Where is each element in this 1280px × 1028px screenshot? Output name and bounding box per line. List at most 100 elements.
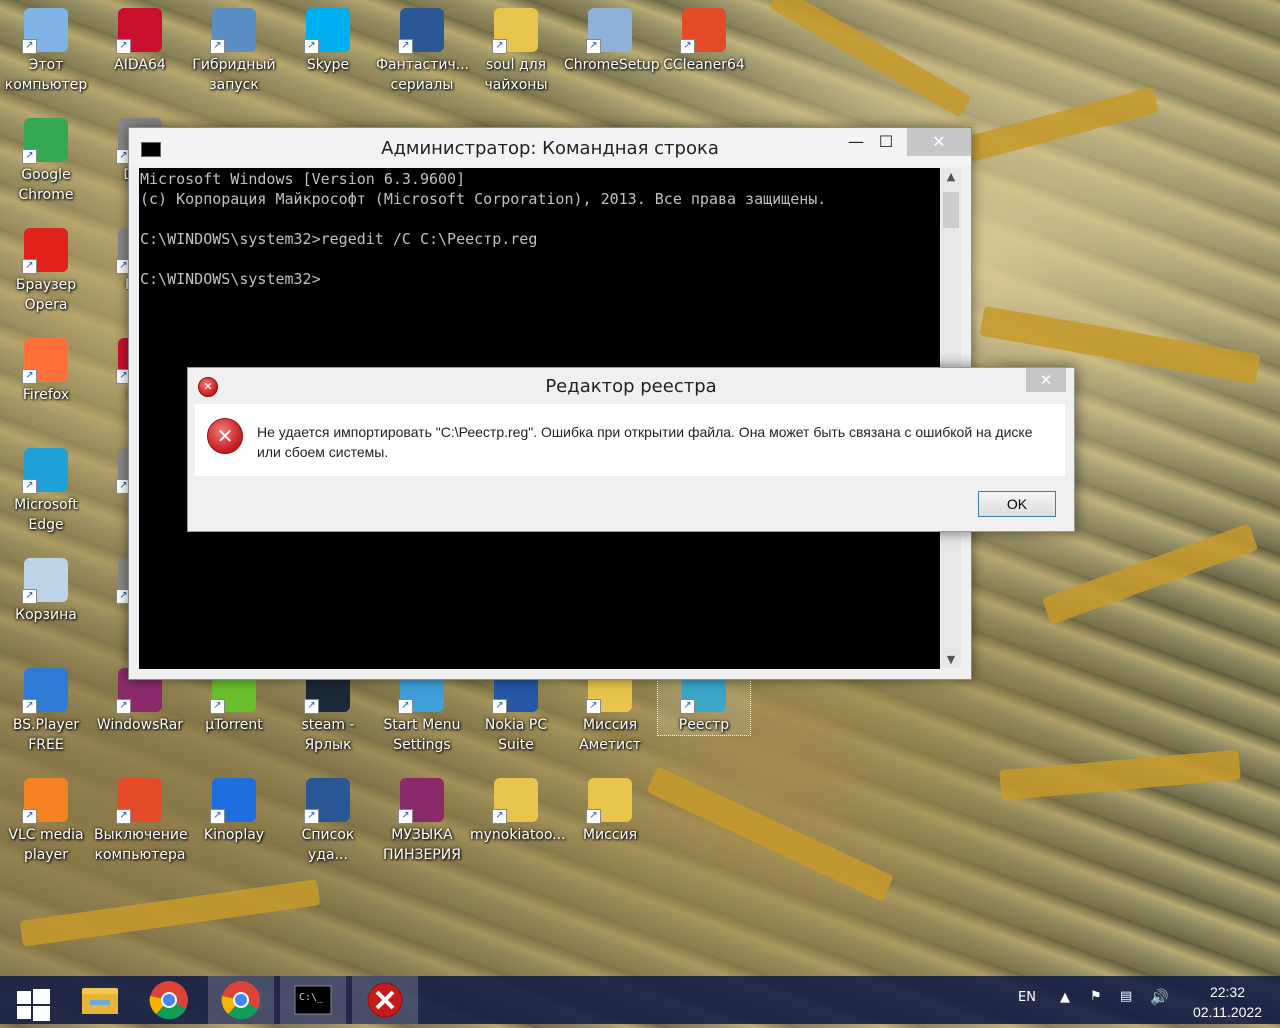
shutdown-icon: ↗ (116, 778, 162, 824)
shortcut-arrow-icon: ↗ (116, 809, 131, 824)
desktop-icon-label: Выключение компьютера (94, 827, 188, 863)
desktop-icon[interactable]: ↗ Kinoplay (188, 778, 280, 845)
shortcut-arrow-icon: ↗ (492, 39, 507, 54)
winrar-icon: ↗ (398, 778, 444, 824)
chevron-up-icon[interactable]: ▲ (1060, 990, 1070, 1005)
close-button[interactable]: ✕ (907, 128, 971, 156)
desktop-icon[interactable]: ↗ CCleaner64 (658, 8, 750, 75)
network-icon[interactable]: ▤ (1120, 989, 1132, 1004)
desktop-icon-label: МУЗЫКА ПИНЗЕРИЯ (383, 827, 461, 863)
error-icon[interactable] (352, 976, 418, 1024)
desktop-icon[interactable]: ↗ Корзина (0, 558, 92, 625)
desktop-icon-label: Start Menu Settings (383, 717, 461, 753)
desktop-icon[interactable]: ↗ AIDA64 (94, 8, 186, 75)
desktop-icon[interactable]: ↗ Фантастич... сериалы (376, 8, 470, 95)
desktop-icon-label: BS.Player FREE (12, 717, 80, 753)
desktop-icon[interactable]: ↗ Google Chrome (0, 118, 92, 205)
dialog-message: Не удается импортировать "C:\Реестр.reg"… (257, 424, 1033, 460)
kinoplay-icon: ↗ (210, 778, 256, 824)
ok-button[interactable]: OK (978, 491, 1056, 517)
shortcut-arrow-icon: ↗ (22, 149, 37, 164)
desktop-icon[interactable]: ↗ ChromeSetup (564, 8, 660, 75)
shortcut-arrow-icon: ↗ (210, 699, 225, 714)
shortcut-arrow-icon: ↗ (586, 39, 601, 54)
desktop-icon[interactable]: ↗ mynokiatoo... (470, 778, 566, 845)
desktop-icon-label: Фантастич... сериалы (376, 57, 470, 93)
desktop-icon[interactable]: ↗ Браузер Opera (0, 228, 92, 315)
desktop-icon-label: steam - Ярлык (301, 717, 355, 753)
shortcut-arrow-icon: ↗ (210, 809, 225, 824)
windows-start-icon[interactable] (0, 976, 66, 1024)
console-line: Microsoft Windows [Version 6.3.9600] (140, 170, 466, 188)
cmd-titlebar[interactable]: Администратор: Командная строка — ☐ ✕ (129, 128, 971, 166)
cmd-icon[interactable]: C:\_ (280, 976, 346, 1024)
volume-icon[interactable]: 🔊 (1150, 988, 1169, 1006)
dialog-close-button[interactable]: ✕ (1026, 368, 1066, 392)
dialog-titlebar[interactable]: ✕ Редактор реестра ✕ (188, 368, 1074, 404)
desktop-icon[interactable]: ↗ Firefox (0, 338, 92, 405)
vlc-icon: ↗ (22, 778, 68, 824)
shortcut-arrow-icon: ↗ (398, 39, 413, 54)
desktop-icon-label: Firefox (22, 387, 70, 403)
desktop-icon[interactable]: ↗ BS.Player FREE (0, 668, 92, 755)
desktop-icon-label: µTorrent (205, 717, 263, 733)
scroll-down-icon[interactable]: ▼ (941, 653, 961, 666)
desktop-icon-label: Корзина (15, 607, 77, 623)
desktop-icon[interactable]: ↗ steam - Ярлык (282, 668, 374, 755)
console-line: C:\WINDOWS\system32> (140, 270, 321, 288)
shortcut-arrow-icon: ↗ (304, 39, 319, 54)
word-doc-icon: ↗ (304, 778, 350, 824)
maximize-button[interactable]: ☐ (869, 128, 903, 156)
desktop-icon-label: AIDA64 (114, 57, 166, 73)
opera-icon: ↗ (22, 228, 68, 274)
word-doc-icon: ↗ (398, 8, 444, 54)
shortcut-arrow-icon: ↗ (116, 39, 131, 54)
shortcut-arrow-icon: ↗ (492, 699, 507, 714)
shortcut-arrow-icon: ↗ (22, 589, 37, 604)
shortcut-arrow-icon: ↗ (22, 369, 37, 384)
language-indicator[interactable]: EN (1018, 990, 1036, 1005)
taskbar: C:\_ EN ▲ ⚑ ▤ 🔊 22:32 02.11.2022 (0, 976, 1280, 1024)
firefox-icon: ↗ (22, 338, 68, 384)
scroll-thumb[interactable] (943, 192, 959, 228)
desktop-icon[interactable]: ↗ Start Menu Settings (376, 668, 468, 755)
clock-time: 22:32 (1209, 984, 1245, 1000)
shortcut-arrow-icon: ↗ (22, 39, 37, 54)
desktop-icon-label: Список уда... (301, 827, 355, 863)
flag-icon[interactable]: ⚑ (1090, 989, 1102, 1004)
desktop-icon[interactable]: ↗ МУЗЫКА ПИНЗЕРИЯ (376, 778, 468, 865)
desktop-icon[interactable]: ↗ Миссия (564, 778, 656, 845)
folder-icon: ↗ (586, 778, 632, 824)
clock[interactable]: 22:32 02.11.2022 (1193, 982, 1262, 1022)
desktop-icon[interactable]: ↗ VLC media player (0, 778, 92, 865)
desktop-icon-label: Kinoplay (203, 827, 265, 843)
shortcut-arrow-icon: ↗ (22, 259, 37, 274)
desktop-icon[interactable]: ↗ soul для чайхоны (470, 8, 562, 95)
file-explorer-icon[interactable] (68, 976, 134, 1024)
chrome-setup-icon: ↗ (586, 8, 632, 54)
console-line: (c) Корпорация Майкрософт (Microsoft Cor… (140, 190, 827, 208)
chrome-icon[interactable] (208, 976, 274, 1024)
desktop-icon[interactable]: ↗ Nokia PC Suite (470, 668, 562, 755)
desktop-icon[interactable]: ↗ Выключение компьютера (94, 778, 188, 865)
desktop-icon-label: mynokiatoo... (470, 827, 566, 843)
desktop-icon-label: Браузер Opera (15, 277, 77, 313)
svg-text:C:\_: C:\_ (299, 992, 324, 1003)
scroll-up-icon[interactable]: ▲ (941, 170, 961, 183)
desktop-icon[interactable]: ↗ Список уда... (282, 778, 374, 865)
desktop-icon[interactable]: ↗ Microsoft Edge (0, 448, 92, 535)
desktop-icon[interactable]: ↗ Skype (282, 8, 374, 75)
shortcut-arrow-icon: ↗ (116, 699, 131, 714)
desktop-icon[interactable]: ↗ Этот компьютер (0, 8, 92, 95)
chrome-icon[interactable] (136, 976, 202, 1024)
shortcut-arrow-icon: ↗ (22, 699, 37, 714)
hybrid-boot-icon: ↗ (210, 8, 256, 54)
bsplayer-icon: ↗ (22, 668, 68, 714)
clock-date: 02.11.2022 (1192, 1004, 1262, 1020)
registry-error-dialog[interactable]: ✕ Редактор реестра ✕ ✕ Не удается импорт… (187, 367, 1075, 532)
desktop-icon[interactable]: ↗ Гибридный запуск (188, 8, 280, 95)
desktop-icon[interactable]: ↗ Миссия Аметист (564, 668, 656, 755)
minimize-button[interactable]: — (839, 128, 873, 156)
desktop-icon-label: Google Chrome (18, 167, 74, 203)
aida64-icon: ↗ (116, 8, 162, 54)
